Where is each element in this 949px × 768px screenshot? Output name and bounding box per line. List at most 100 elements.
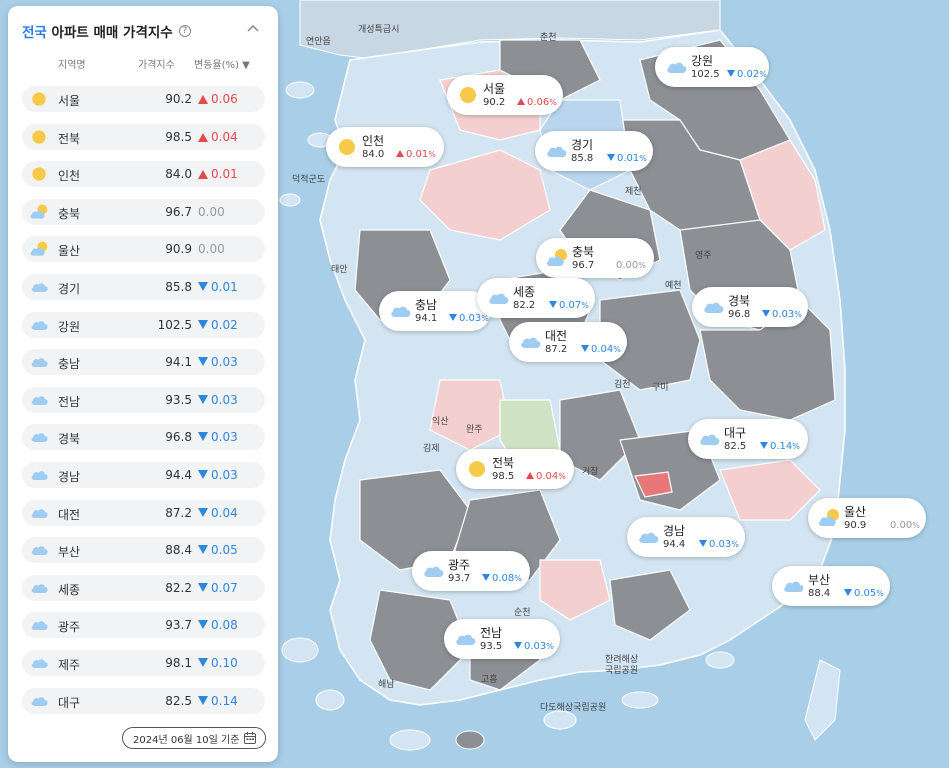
bubble-change: 0.03% [449,313,489,324]
cloud-icon [31,283,48,292]
map-bubble-gyeonggi[interactable]: 경기 85.8 0.01% [535,131,653,171]
bubble-region-name: 서울 [483,82,506,96]
map-bubble-chungbuk[interactable]: 충북 96.7 0.00% [536,238,654,278]
price-index-value: 90.2 [165,92,192,106]
sun-icon [32,92,46,106]
island-7 [705,651,735,669]
change-rate: 0.05 [198,543,258,557]
cloud-icon [667,62,687,73]
change-rate: 0.00 [198,204,225,219]
cloud-icon [31,546,48,556]
region-name: 부산 [58,545,81,560]
down-triangle-icon [760,442,768,449]
map-bubble-jeonbuk[interactable]: 전북 98.5 0.04% [456,449,574,489]
region-row[interactable]: 서울 90.2 0.06 [22,86,265,112]
change-rate: 0.14 [198,694,258,708]
cloud-icon [31,584,48,593]
region-row[interactable]: 세종 82.2 0.07 [22,574,265,601]
region-row[interactable]: 광주 93.7 0.08 [22,612,265,639]
bubble-region-name: 인천 [362,134,385,148]
region-row[interactable]: 경북 96.8 0.03 [22,424,265,451]
region-row[interactable]: 경남 94.4 0.03 [22,461,265,488]
chevron-up-icon[interactable] [246,22,260,36]
bubble-change: 0.02% [727,69,767,80]
bubble-change: 0.03% [514,641,554,652]
sun-icon [339,139,355,155]
map-bubble-sejong[interactable]: 세종 82.2 0.07% [477,278,595,318]
region-row[interactable]: 전남 93.5 0.03 [22,386,265,413]
map-bubble-gwangju[interactable]: 광주 93.7 0.08% [412,551,530,591]
region-row[interactable]: 경기 85.8 0.01 [22,273,265,300]
region-row[interactable]: 대구 82.5 0.14 [22,687,265,714]
cloud-icon [489,293,509,304]
down-triangle-icon [482,574,490,581]
help-circle-icon[interactable]: ? [178,25,191,37]
down-triangle-icon [198,469,208,479]
price-index-value: 88.4 [165,543,192,558]
change-rate: 0.00 [198,242,225,257]
bubble-index: 82.2 [513,300,536,311]
down-triangle-icon [198,319,208,329]
region-row[interactable]: 부산 88.4 0.05 [22,537,265,564]
map-bubble-daegu[interactable]: 대구 82.5 0.14% [688,419,808,459]
map-bubble-seoul[interactable]: 서울 90.2 0.06% [447,75,563,115]
change-rate: 0.03 [198,430,258,444]
bubble-change: 0.01% [607,153,647,164]
map-bubble-jeonnam[interactable]: 전남 93.5 0.03% [444,619,560,659]
change-rate: 0.08 [198,618,258,632]
map-bubble-gangwon[interactable]: 강원 102.5 0.02% [655,47,769,87]
partly-cloudy-icon [818,509,839,526]
region-row[interactable]: 전북 98.5 0.04 [22,123,265,150]
bubble-region-name: 경남 [663,524,686,538]
bubble-region-name: 대구 [724,426,747,440]
down-triangle-icon [449,314,457,321]
price-index-value: 87.2 [165,505,192,520]
cloud-icon [547,146,567,157]
sun-icon [469,461,485,477]
region-row[interactable]: 울산 90.9 0.00 [22,236,265,263]
bubble-region-name: 전북 [492,456,515,470]
column-header-region: 지역명 [58,60,86,71]
price-index-value: 102.5 [157,317,192,332]
bubble-region-name: 강원 [691,54,714,68]
region-row[interactable]: 대전 87.2 0.04 [22,499,265,526]
partly-cloudy-icon [546,249,567,266]
bubble-region-name: 전남 [480,626,503,640]
change-rate: 0.04 [198,506,258,520]
bubble-index: 84.0 [362,149,385,160]
down-triangle-icon [727,70,735,77]
map-bubble-incheon[interactable]: 인천 84.0 0.01% [326,127,444,167]
region-row[interactable]: 강원 102.5 0.02 [22,311,265,338]
date-picker[interactable]: 2024년 06월 10일 기준 [122,727,266,749]
bubble-change: 0.03% [699,539,739,550]
map-bubble-gyeongbuk[interactable]: 경북 96.8 0.03% [692,287,808,327]
map-label: 구미 [652,383,669,393]
price-index-value: 82.5 [165,693,192,708]
map-label: 순천 [514,608,531,618]
region-name: 대구 [58,695,81,710]
region-name: 대전 [58,507,81,522]
region-row[interactable]: 제주 98.1 0.10 [22,649,265,676]
down-triangle-icon [514,642,522,649]
map-bubble-chungnam[interactable]: 충남 94.1 0.03% [379,291,491,331]
bubble-index: 90.9 [844,520,867,531]
calendar-icon[interactable] [243,731,257,745]
map-bubble-busan[interactable]: 부산 88.4 0.05% [772,566,890,606]
cloud-icon [31,696,48,706]
bubble-change: 0.03% [762,309,802,320]
cloud-icon [391,306,411,317]
panel-title-scope[interactable]: 전국 [22,25,47,41]
region-row[interactable]: 충남 94.1 0.03 [22,349,265,376]
region-name: 경남 [58,469,81,484]
cloud-icon [31,471,48,480]
change-rate: 0.03 [198,355,258,369]
bubble-change: 0.04% [526,471,566,482]
region-row[interactable]: 충북 96.7 0.00 [22,198,265,225]
map-bubble-daejeon[interactable]: 대전 87.2 0.04% [509,322,627,362]
region-row[interactable]: 인천 84.0 0.01 [22,161,265,188]
bubble-region-name: 대전 [545,329,568,343]
map-bubble-ulsan[interactable]: 울산 90.9 0.00% [808,498,926,538]
sun-icon [32,129,46,144]
map-bubble-gyeongnam[interactable]: 경남 94.4 0.03% [627,517,745,557]
column-header-change[interactable]: 변동율(%) ▼ [194,56,250,71]
